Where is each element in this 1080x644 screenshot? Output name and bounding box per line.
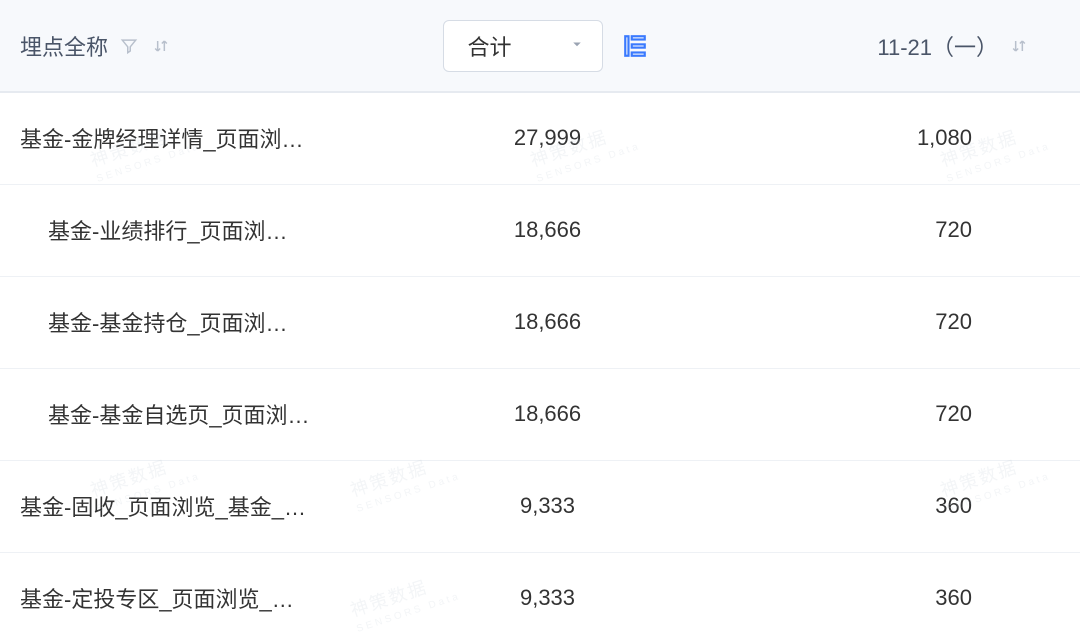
table-row[interactable]: 基金-固收_页面浏览_基金_…9,333360 [0,460,1080,552]
table-row[interactable]: 基金-金牌经理详情_页面浏…27,9991,080 [0,92,1080,184]
table-row[interactable]: 基金-基金持仓_页面浏…18,666720 [0,276,1080,368]
row-total-cell: 27,999 [370,92,725,184]
header-col-total: 合计 [370,0,725,92]
header-col-date-label: 11-21（一） [877,30,998,62]
row-date-value-cell: 720 [725,368,1080,460]
data-table: 埋点全称 [0,0,1080,644]
row-name-cell: 基金-定投专区_页面浏览_… [0,552,370,644]
aggregate-dropdown-label: 合计 [468,30,512,62]
header-col-name-label: 埋点全称 [20,30,108,62]
row-name-cell: 基金-基金自选页_页面浏… [0,368,370,460]
table-row[interactable]: 基金-业绩排行_页面浏…18,666720 [0,184,1080,276]
sort-icon[interactable] [1008,35,1030,57]
table-header-row: 埋点全称 [0,0,1080,92]
row-date-value-cell: 1,080 [725,92,1080,184]
table-body: 基金-金牌经理详情_页面浏…27,9991,080基金-业绩排行_页面浏…18,… [0,92,1080,644]
row-date-value-cell: 720 [725,184,1080,276]
sort-icon[interactable] [150,35,172,57]
aggregate-dropdown[interactable]: 合计 [443,20,603,72]
row-total-cell: 18,666 [370,276,725,368]
row-date-value-cell: 720 [725,276,1080,368]
row-total-cell: 18,666 [370,368,725,460]
header-col-date: 11-21（一） [725,0,1080,92]
row-total-cell: 9,333 [370,460,725,552]
row-date-value-cell: 360 [725,460,1080,552]
row-total-cell: 18,666 [370,184,725,276]
header-col-name: 埋点全称 [0,0,370,92]
row-name-cell: 基金-业绩排行_页面浏… [0,184,370,276]
row-date-value-cell: 360 [725,552,1080,644]
chevron-down-icon [568,33,586,59]
row-name-cell: 基金-固收_页面浏览_基金_… [0,460,370,552]
filter-icon[interactable] [118,35,140,57]
column-settings-icon[interactable] [617,22,653,70]
row-name-cell: 基金-基金持仓_页面浏… [0,276,370,368]
row-total-cell: 9,333 [370,552,725,644]
table-row[interactable]: 基金-基金自选页_页面浏…18,666720 [0,368,1080,460]
table-row[interactable]: 基金-定投专区_页面浏览_…9,333360 [0,552,1080,644]
row-name-cell: 基金-金牌经理详情_页面浏… [0,92,370,184]
